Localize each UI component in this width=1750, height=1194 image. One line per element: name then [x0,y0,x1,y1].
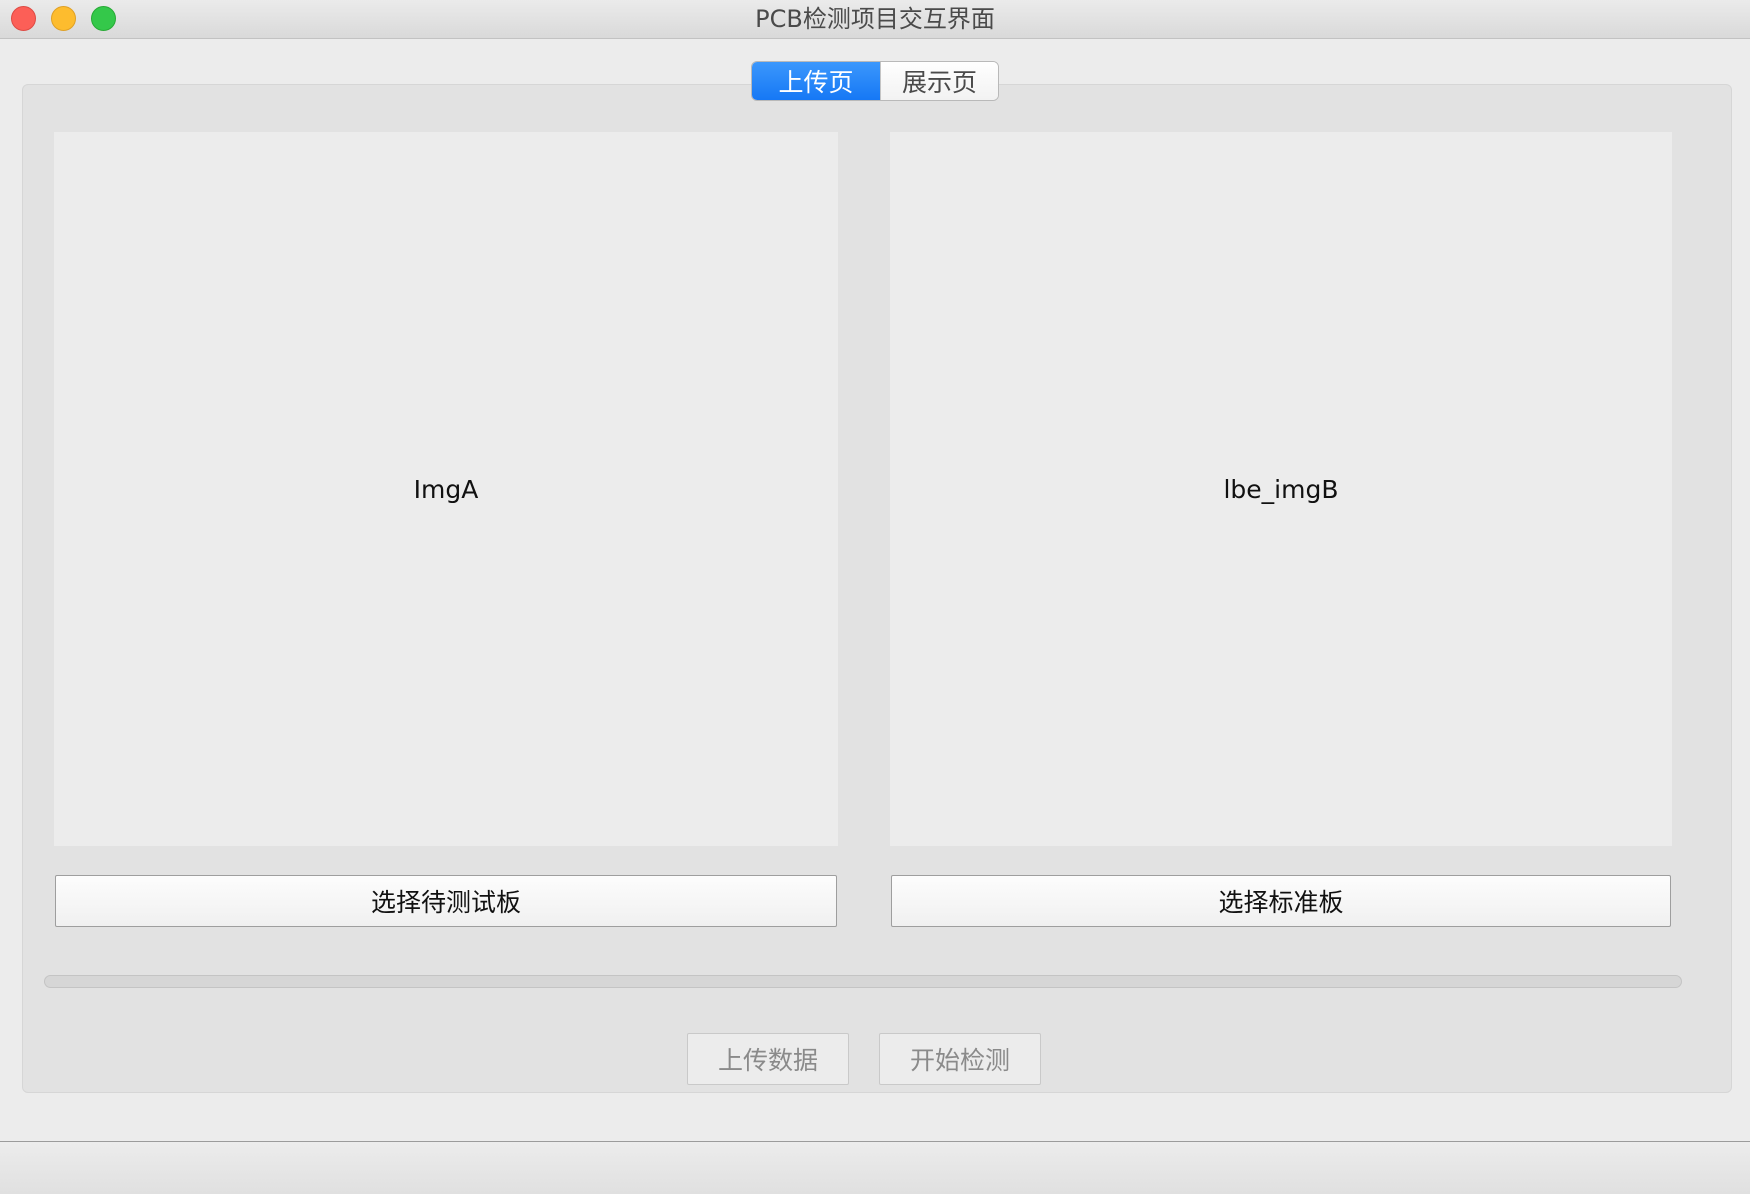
image-placeholder-label: lbe_imgB [1223,474,1339,504]
tab-upload[interactable]: 上传页 [752,62,880,100]
title-bar: PCB检测项目交互界面 [0,0,1750,39]
image-placeholder-label: ImgA [413,474,479,504]
tab-bar: 上传页 展示页 [751,61,999,101]
start-detection-button[interactable]: 开始检测 [879,1033,1041,1085]
upload-data-button[interactable]: 上传数据 [687,1033,849,1085]
tab-display[interactable]: 展示页 [880,62,998,100]
image-panel-test-board: ImgA [54,132,838,846]
status-bar [0,1141,1750,1194]
select-test-board-button[interactable]: 选择待测试板 [55,875,837,927]
progress-bar [44,975,1682,988]
image-panel-standard-board: lbe_imgB [890,132,1672,846]
window-title: PCB检测项目交互界面 [755,5,995,33]
select-standard-board-button[interactable]: 选择标准板 [891,875,1671,927]
